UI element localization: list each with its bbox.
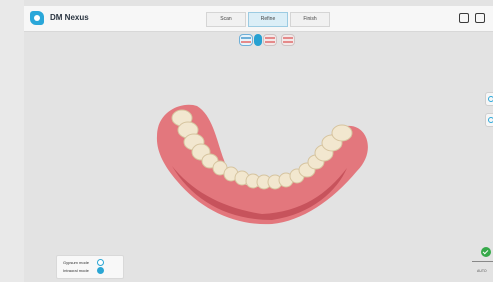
top-bar: DM Nexus Scan Refine Finish — [24, 6, 493, 32]
step-refine[interactable]: Refine — [248, 12, 288, 27]
logo-icon — [30, 11, 44, 25]
bottom-right-label: AUTO — [477, 269, 487, 273]
link-icon[interactable] — [254, 34, 262, 46]
step-finish[interactable]: Finish — [290, 12, 330, 27]
gypsum-mode-label: Gypsum mode — [63, 260, 90, 265]
intraoral-mode-radio[interactable] — [97, 267, 104, 274]
app-window: DM Nexus Scan Refine Finish Gypsum mode … — [24, 0, 493, 282]
both-jaws-toggle[interactable] — [281, 34, 295, 46]
divider — [472, 261, 493, 262]
step-scan[interactable]: Scan — [206, 12, 246, 27]
intraoral-mode-label: Intraoral mode — [63, 268, 89, 273]
gypsum-mode-radio[interactable] — [97, 259, 104, 266]
window-icon[interactable] — [459, 13, 469, 23]
app-title: DM Nexus — [50, 13, 89, 22]
dental-model[interactable] — [152, 96, 372, 226]
side-tool-icon[interactable] — [485, 113, 493, 127]
mode-legend: Gypsum mode Intraoral mode — [56, 255, 124, 279]
lower-jaw-toggle[interactable] — [263, 34, 277, 46]
tooth — [331, 124, 353, 142]
settings-icon[interactable] — [475, 13, 485, 23]
confirm-icon[interactable] — [481, 247, 491, 257]
side-tool-icon[interactable] — [485, 92, 493, 106]
upper-jaw-toggle[interactable] — [239, 34, 253, 46]
